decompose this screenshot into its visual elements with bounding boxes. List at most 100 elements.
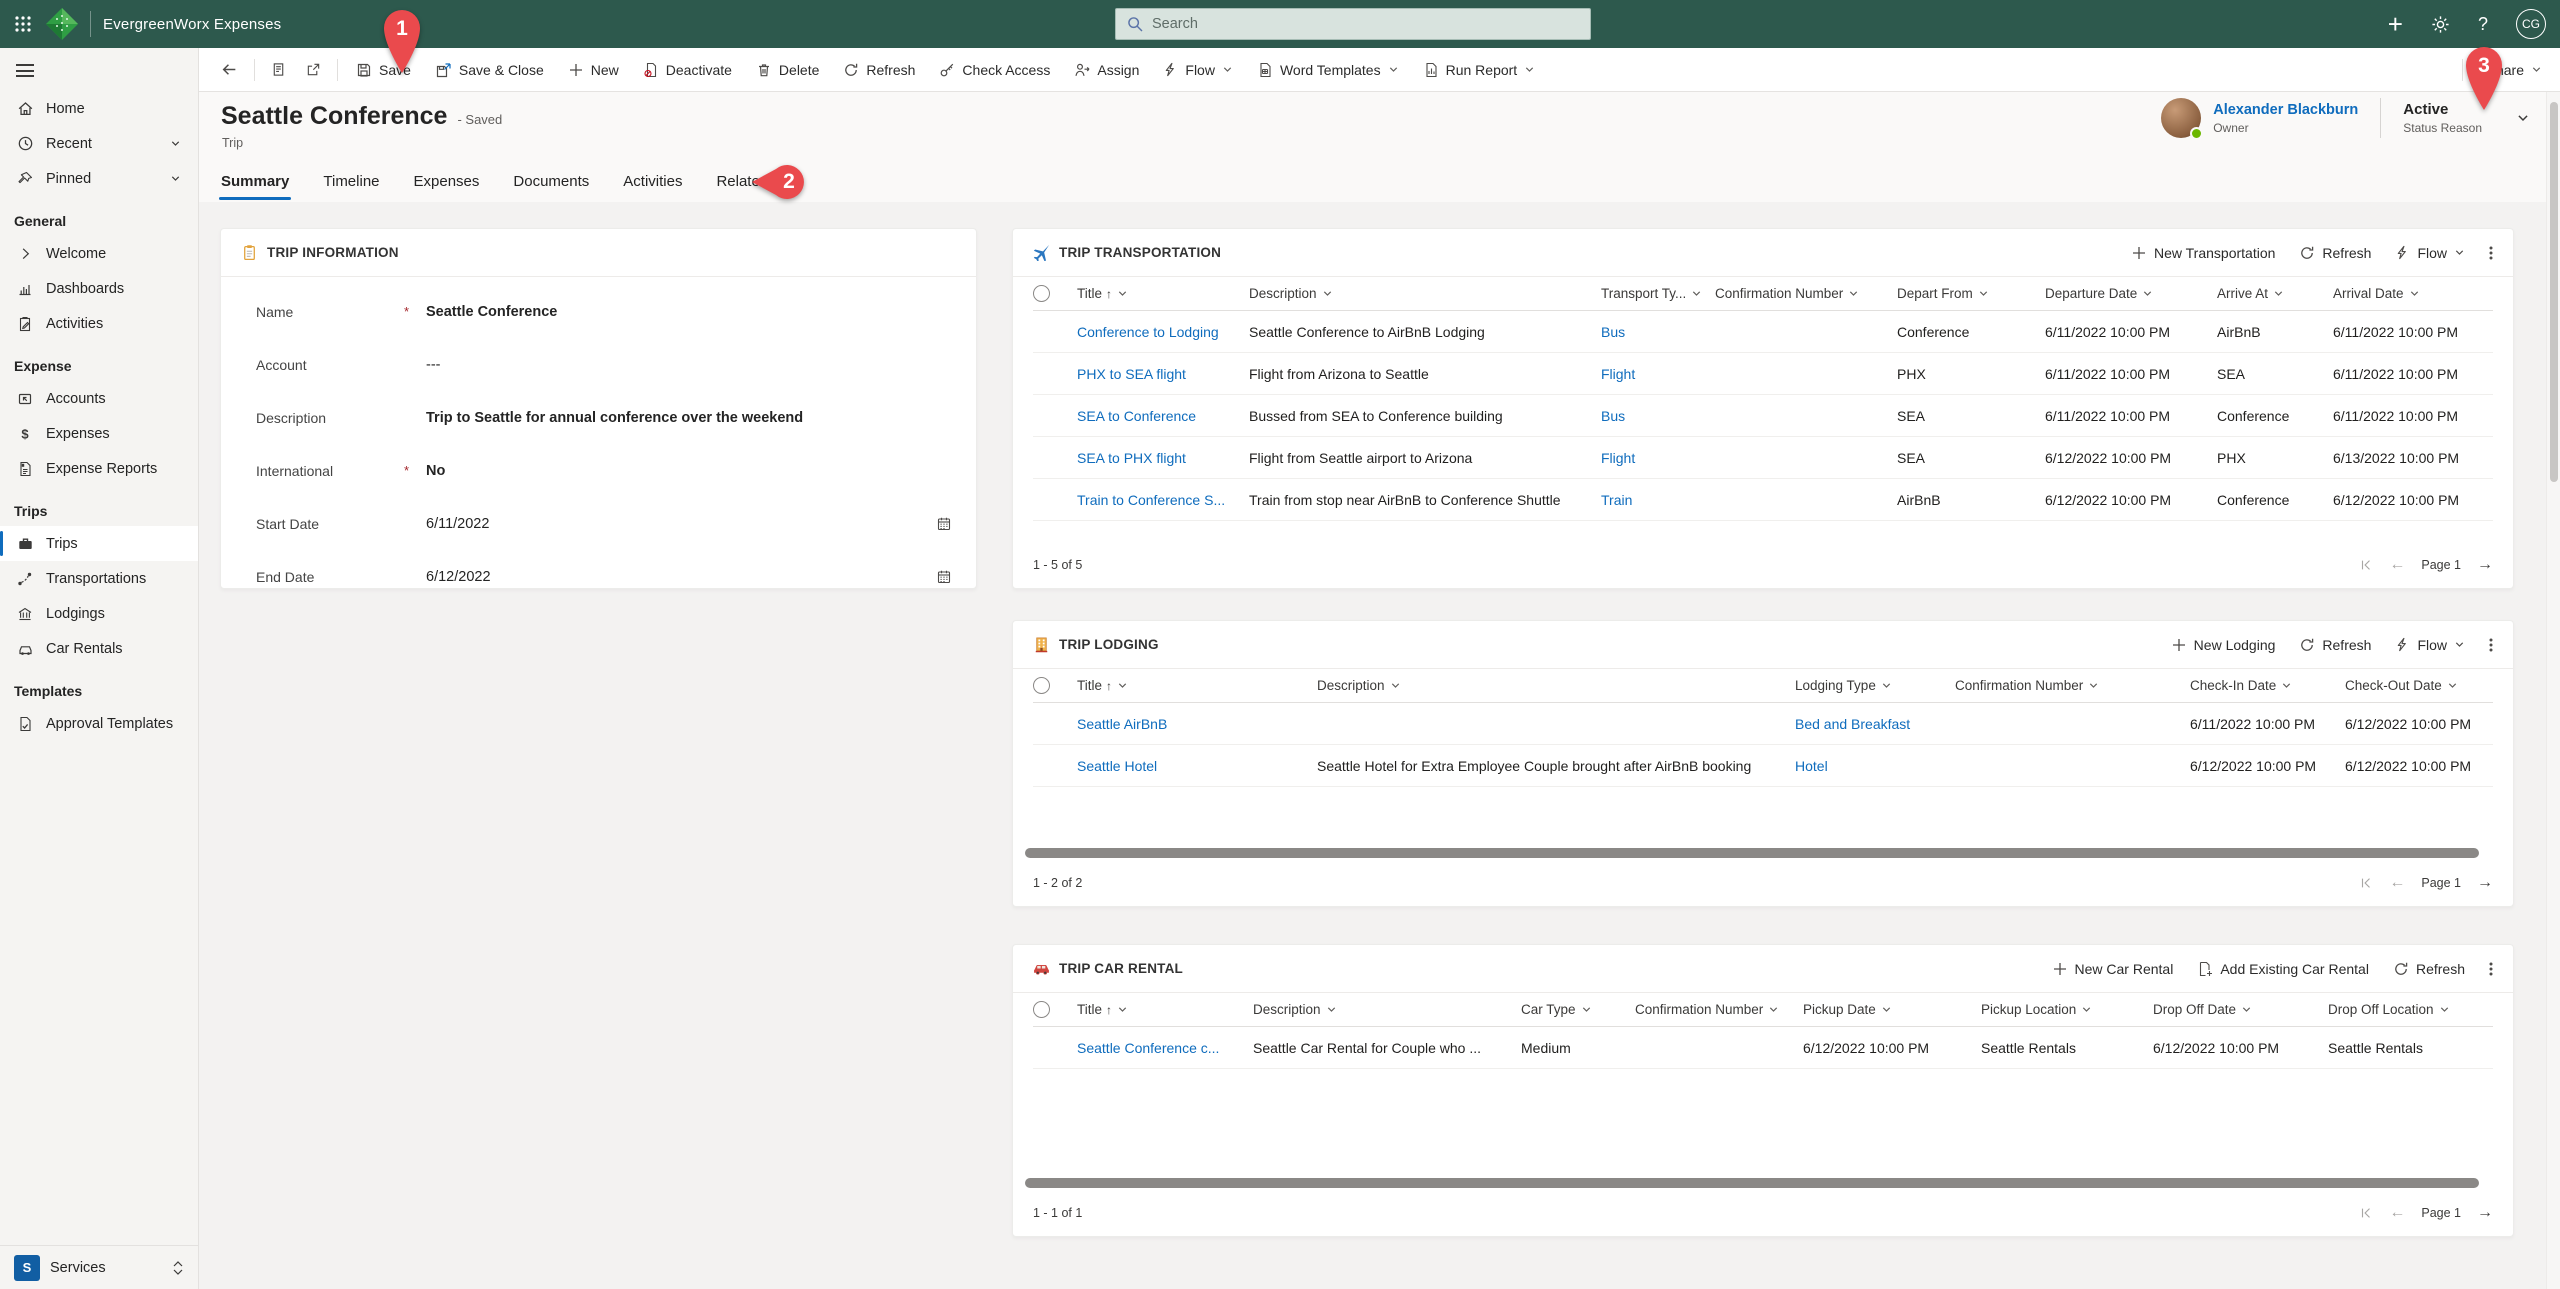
- next-page-button[interactable]: →: [2477, 1204, 2493, 1222]
- subgrid-flow-button[interactable]: Flow: [2395, 637, 2465, 653]
- table-row[interactable]: Conference to Lodging Seattle Conference …: [1033, 311, 2493, 353]
- command-check-access[interactable]: Check Access: [927, 48, 1062, 91]
- column-header-depart-from[interactable]: Depart From: [1897, 286, 2045, 301]
- column-header-title[interactable]: Title ↑: [1077, 1002, 1253, 1017]
- record-link[interactable]: Bed and Breakfast: [1795, 716, 1910, 732]
- column-header-check-out-date[interactable]: Check-Out Date: [2345, 678, 2495, 693]
- column-header-drop-off-location[interactable]: Drop Off Location: [2328, 1002, 2495, 1017]
- command-flow[interactable]: Flow: [1151, 48, 1245, 91]
- column-header-pickup-location[interactable]: Pickup Location: [1981, 1002, 2153, 1017]
- column-header-drop-off-date[interactable]: Drop Off Date: [2153, 1002, 2328, 1017]
- column-header-arrival-date[interactable]: Arrival Date: [2333, 286, 2495, 301]
- sidebar-item-accounts[interactable]: Accounts: [0, 381, 198, 416]
- command-deactivate[interactable]: Deactivate: [631, 48, 744, 91]
- column-header-car-type[interactable]: Car Type: [1521, 1002, 1635, 1017]
- subgrid-add-existing-car-rental-button[interactable]: Add Existing Car Rental: [2197, 961, 2369, 977]
- column-header-check-in-date[interactable]: Check-In Date: [2190, 678, 2345, 693]
- sidebar-item-approval-templates[interactable]: Approval Templates: [0, 706, 198, 741]
- column-header-arrive-at[interactable]: Arrive At: [2217, 286, 2333, 301]
- quick-create-button[interactable]: +: [2388, 11, 2403, 37]
- column-header-departure-date[interactable]: Departure Date: [2045, 286, 2217, 301]
- calendar-icon[interactable]: [936, 569, 952, 585]
- column-header-description[interactable]: Description: [1317, 678, 1795, 693]
- command-delete[interactable]: Delete: [744, 48, 831, 91]
- record-link[interactable]: Train to Conference S...: [1077, 492, 1225, 508]
- table-row[interactable]: Seattle Hotel Seattle Hotel for Extra Emp…: [1033, 745, 2493, 787]
- column-header-lodging-type[interactable]: Lodging Type: [1795, 678, 1955, 693]
- user-avatar[interactable]: CG: [2516, 9, 2546, 39]
- tab-documents[interactable]: Documents: [513, 163, 589, 200]
- sidebar-item-dashboards[interactable]: Dashboards: [0, 271, 198, 306]
- first-page-button[interactable]: [2359, 876, 2373, 890]
- record-link[interactable]: Seattle AirBnB: [1077, 716, 1167, 732]
- subgrid-more-button[interactable]: [2489, 961, 2493, 977]
- record-link[interactable]: Flight: [1601, 366, 1635, 382]
- subgrid-new-transportation-button[interactable]: New Transportation: [2131, 245, 2275, 261]
- subgrid-new-lodging-button[interactable]: New Lodging: [2171, 637, 2275, 653]
- subgrid-new-car-rental-button[interactable]: New Car Rental: [2052, 961, 2173, 977]
- table-row[interactable]: Train to Conference S... Train from stop …: [1033, 479, 2493, 521]
- show-chart-icon[interactable]: [261, 48, 296, 91]
- tab-activities[interactable]: Activities: [623, 163, 682, 200]
- table-row[interactable]: SEA to PHX flight Flight from Seattle air…: [1033, 437, 2493, 479]
- record-link[interactable]: PHX to SEA flight: [1077, 366, 1186, 382]
- column-header-transport-ty[interactable]: Transport Ty...: [1601, 286, 1715, 301]
- column-header-confirmation-number[interactable]: Confirmation Number: [1955, 678, 2190, 693]
- previous-page-button[interactable]: ←: [2389, 556, 2405, 574]
- field-value[interactable]: Trip to Seattle for annual conference ov…: [426, 410, 952, 426]
- select-all-checkbox[interactable]: [1033, 285, 1050, 302]
- subgrid-refresh-button[interactable]: Refresh: [2393, 961, 2465, 977]
- first-page-button[interactable]: [2359, 558, 2373, 572]
- table-row[interactable]: PHX to SEA flight Flight from Arizona to …: [1033, 353, 2493, 395]
- command-run-report[interactable]: Run Report: [1411, 48, 1548, 91]
- search-box[interactable]: [1115, 8, 1591, 40]
- record-link[interactable]: Seattle Hotel: [1077, 758, 1157, 774]
- first-page-button[interactable]: [2359, 1206, 2373, 1220]
- field-value[interactable]: 6/11/2022: [426, 516, 936, 532]
- select-all-checkbox[interactable]: [1033, 1001, 1050, 1018]
- column-header-pickup-date[interactable]: Pickup Date: [1803, 1002, 1981, 1017]
- column-header-confirmation-number[interactable]: Confirmation Number: [1635, 1002, 1803, 1017]
- table-row[interactable]: SEA to Conference Bussed from SEA to Conf…: [1033, 395, 2493, 437]
- record-link[interactable]: Train: [1601, 492, 1632, 508]
- column-header-confirmation-number[interactable]: Confirmation Number: [1715, 286, 1897, 301]
- record-link[interactable]: SEA to PHX flight: [1077, 450, 1186, 466]
- subgrid-flow-button[interactable]: Flow: [2395, 245, 2465, 261]
- area-switcher-services[interactable]: S Services: [0, 1245, 198, 1289]
- tab-expenses[interactable]: Expenses: [414, 163, 480, 200]
- sidebar-item-pinned[interactable]: Pinned: [0, 161, 198, 196]
- owner-avatar[interactable]: [2161, 98, 2204, 140]
- column-header-description[interactable]: Description: [1253, 1002, 1521, 1017]
- record-link[interactable]: Flight: [1601, 450, 1635, 466]
- settings-gear-icon[interactable]: [2431, 15, 2450, 34]
- sidebar-item-trips[interactable]: Trips: [0, 526, 198, 561]
- table-row[interactable]: Seattle Conference c... Seattle Car Renta…: [1033, 1027, 2493, 1069]
- vertical-scrollbar-thumb[interactable]: [2550, 102, 2558, 482]
- next-page-button[interactable]: →: [2477, 556, 2493, 574]
- previous-page-button[interactable]: ←: [2389, 874, 2405, 892]
- record-link[interactable]: SEA to Conference: [1077, 408, 1196, 424]
- command-refresh[interactable]: Refresh: [831, 48, 927, 91]
- help-button[interactable]: ?: [2478, 14, 2488, 35]
- field-value[interactable]: Seattle Conference: [426, 304, 952, 320]
- sidebar-item-activities[interactable]: Activities: [0, 306, 198, 341]
- search-input[interactable]: [1152, 16, 1580, 32]
- sidebar-item-home[interactable]: Home: [0, 91, 198, 126]
- previous-page-button[interactable]: ←: [2389, 1204, 2405, 1222]
- horizontal-scrollbar[interactable]: [1025, 848, 2479, 858]
- subgrid-more-button[interactable]: [2489, 245, 2493, 261]
- command-new[interactable]: New: [556, 48, 631, 91]
- column-header-title[interactable]: Title ↑: [1077, 286, 1249, 301]
- back-button[interactable]: [211, 48, 248, 91]
- next-page-button[interactable]: →: [2477, 874, 2493, 892]
- sidebar-item-welcome[interactable]: Welcome: [0, 236, 198, 271]
- sidebar-item-transportations[interactable]: Transportations: [0, 561, 198, 596]
- record-link[interactable]: Seattle Conference c...: [1077, 1040, 1219, 1056]
- command-word-templates[interactable]: Word Templates: [1245, 48, 1411, 91]
- record-link[interactable]: Bus: [1601, 324, 1625, 340]
- column-header-title[interactable]: Title ↑: [1077, 678, 1317, 693]
- calendar-icon[interactable]: [936, 516, 952, 532]
- sidebar-item-expense-reports[interactable]: Expense Reports: [0, 451, 198, 486]
- command-assign[interactable]: Assign: [1062, 48, 1151, 91]
- sidebar-item-lodgings[interactable]: Lodgings: [0, 596, 198, 631]
